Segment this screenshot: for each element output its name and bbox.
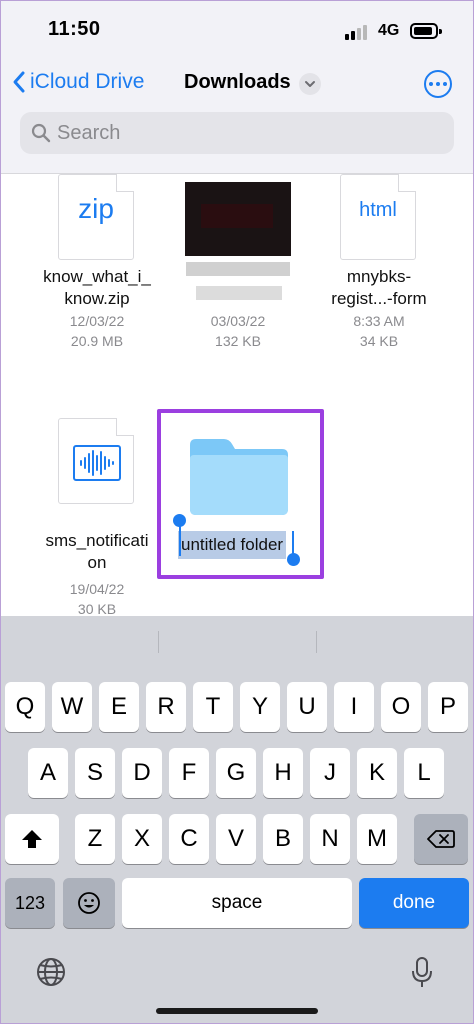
key-b[interactable]: B [263, 814, 303, 864]
emoji-icon [78, 892, 100, 914]
folder-name-field[interactable]: untitled folder [178, 531, 287, 559]
key-r[interactable]: R [146, 682, 186, 732]
signal-icon [345, 24, 371, 40]
file-size: 30 KB [77, 601, 117, 616]
key-h[interactable]: H [263, 748, 303, 798]
back-label: iCloud Drive [30, 70, 145, 93]
key-a[interactable]: A [28, 748, 68, 798]
space-key[interactable]: space [122, 878, 352, 928]
image-thumbnail [185, 182, 291, 256]
key-v[interactable]: V [216, 814, 256, 864]
chevron-down-icon[interactable] [299, 73, 321, 95]
key-m[interactable]: M [357, 814, 397, 864]
zip-file-icon: zip [58, 174, 134, 260]
key-j[interactable]: J [310, 748, 350, 798]
done-key[interactable]: done [359, 878, 469, 928]
file-size: 20.9 MB [70, 333, 124, 349]
back-chevron-icon [13, 71, 25, 93]
key-w[interactable]: W [52, 682, 92, 732]
status-time: 11:50 [48, 18, 101, 40]
globe-icon[interactable] [35, 956, 67, 988]
key-l[interactable]: L [404, 748, 444, 798]
key-u[interactable]: U [287, 682, 327, 732]
selection-start-handle[interactable] [173, 514, 186, 527]
file-size: 34 KB [359, 333, 399, 349]
search-input[interactable]: Search [20, 112, 454, 154]
key-s[interactable]: S [75, 748, 115, 798]
keyboard: Q W E R T Y U I O P A S D F G H J K L Z … [0, 616, 474, 1024]
audio-file-icon [58, 418, 134, 504]
file-date: 03/03/22 [210, 313, 266, 329]
prediction-bar [0, 616, 474, 664]
key-k[interactable]: K [357, 748, 397, 798]
key-p[interactable]: P [428, 682, 468, 732]
key-g[interactable]: G [216, 748, 256, 798]
key-i[interactable]: I [334, 682, 374, 732]
delete-icon [427, 830, 455, 848]
file-date: 12/03/22 [69, 313, 125, 329]
key-z[interactable]: Z [75, 814, 115, 864]
key-n[interactable]: N [310, 814, 350, 864]
key-o[interactable]: O [381, 682, 421, 732]
key-t[interactable]: T [193, 682, 233, 732]
blurred-name [186, 262, 290, 276]
network-type: 4G [378, 22, 400, 39]
folder-icon [190, 439, 288, 515]
file-date: 19/04/22 [69, 581, 125, 597]
back-button[interactable]: iCloud Drive [12, 70, 144, 94]
key-e[interactable]: E [99, 682, 139, 732]
delete-key[interactable] [414, 814, 468, 864]
file-name: sms_notificati on [45, 531, 149, 572]
key-f[interactable]: F [169, 748, 209, 798]
selection-end-handle[interactable] [287, 553, 300, 566]
home-indicator [156, 1008, 318, 1014]
microphone-icon[interactable] [410, 956, 434, 990]
file-name: mnybks- regist...-form [331, 267, 427, 308]
navigation-bar: iCloud Drive Downloads Search [0, 62, 474, 174]
emoji-key[interactable] [63, 878, 115, 928]
numbers-key[interactable]: 123 [5, 878, 55, 928]
key-c[interactable]: C [169, 814, 209, 864]
status-bar: 11:50 4G [0, 0, 474, 62]
file-extension: html [359, 199, 397, 221]
key-x[interactable]: X [122, 814, 162, 864]
html-file-icon: html [340, 174, 416, 260]
file-extension: zip [78, 193, 114, 224]
page-title[interactable]: Downloads [184, 71, 291, 94]
search-icon [31, 123, 51, 143]
battery-icon [410, 23, 442, 39]
key-d[interactable]: D [122, 748, 162, 798]
key-q[interactable]: Q [5, 682, 45, 732]
search-placeholder: Search [57, 121, 121, 144]
file-size: 132 KB [215, 333, 261, 349]
shift-key[interactable] [5, 814, 59, 864]
more-icon[interactable] [424, 70, 452, 98]
key-y[interactable]: Y [240, 682, 280, 732]
shift-icon [22, 830, 42, 848]
file-name: know_what_i_ know.zip [43, 267, 151, 308]
file-grid: zip know_what_i_ know.zip 12/03/22 20.9 … [0, 174, 474, 616]
file-date: 8:33 AM [353, 313, 405, 329]
